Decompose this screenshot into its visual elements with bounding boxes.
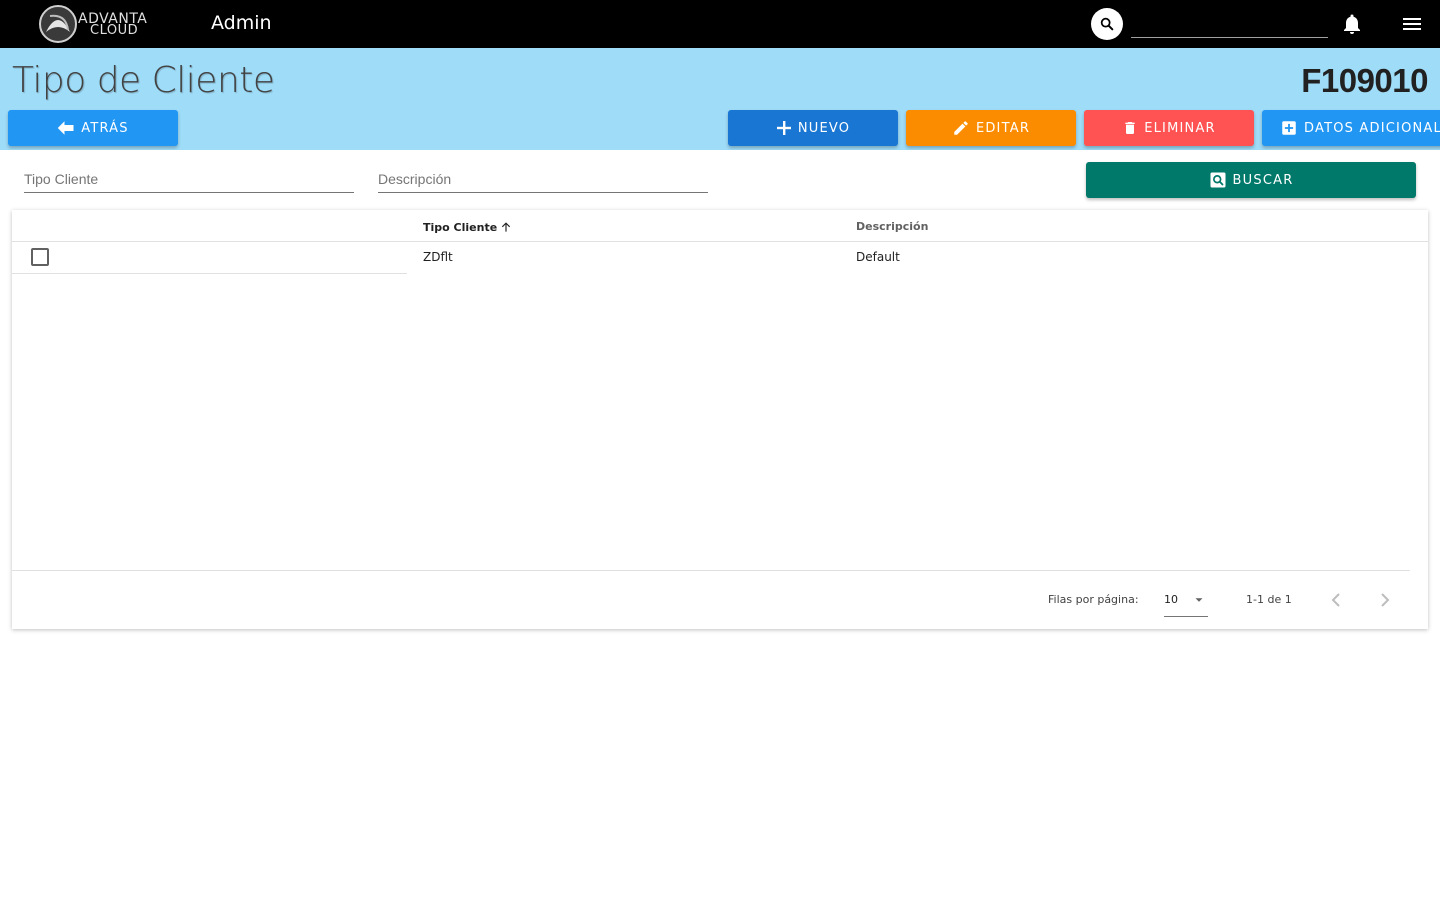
page-title: Tipo de Cliente: [12, 60, 275, 101]
rows-per-page-label: Filas por página:: [1048, 593, 1139, 606]
delete-button-label: ELIMINAR: [1144, 120, 1216, 136]
column-header-tipo-cliente[interactable]: Tipo Cliente: [423, 220, 513, 234]
form-code: F109010: [1301, 62, 1428, 99]
page-header: Tipo de Cliente F109010 ATRÁS NUEVO EDIT…: [0, 48, 1440, 150]
cell-descripcion: Default: [856, 250, 900, 264]
rows-per-page-value: 10: [1164, 593, 1178, 606]
column-header-descripcion-label: Descripción: [856, 220, 929, 233]
column-header-tipo-cliente-label: Tipo Cliente: [423, 220, 498, 234]
pencil-icon: [954, 121, 968, 135]
tipo-cliente-filter: [24, 166, 354, 193]
row-select-checkbox[interactable]: [31, 248, 49, 266]
search-button[interactable]: [1091, 8, 1123, 40]
chevron-left-icon[interactable]: [1324, 588, 1348, 612]
back-button-label: ATRÁS: [81, 120, 129, 136]
dropdown-caret-icon: [1195, 598, 1203, 602]
trash-icon: [1125, 122, 1135, 134]
arrow-left-icon: [58, 121, 74, 135]
pagination-range: 1-1 de 1: [1246, 593, 1292, 606]
descripcion-input[interactable]: [378, 166, 708, 192]
module-title: Admin: [211, 12, 272, 34]
additional-data-button-label: DATOS ADICIONALES: [1304, 120, 1440, 136]
descripcion-filter: [378, 166, 708, 193]
search-filter-label: BUSCAR: [1232, 172, 1294, 188]
plus-icon: [776, 121, 791, 135]
footer-divider: [12, 570, 1410, 571]
magnify-box-icon: [1210, 172, 1226, 188]
hamburger-menu-icon[interactable]: [1400, 12, 1424, 36]
top-app-bar: ADVANTA CLOUD Admin: [0, 0, 1440, 48]
global-search-input[interactable]: [1131, 10, 1328, 38]
logo-text-cloud: CLOUD: [90, 23, 139, 38]
new-button[interactable]: NUEVO: [728, 110, 898, 146]
search-filter-button[interactable]: BUSCAR: [1086, 162, 1416, 198]
rows-per-page-select[interactable]: 10: [1164, 588, 1208, 617]
advanta-cloud-logo[interactable]: ADVANTA CLOUD: [36, 4, 160, 44]
edit-button[interactable]: EDITAR: [906, 110, 1076, 146]
edit-button-label: EDITAR: [975, 120, 1031, 136]
plus-box-icon: [1282, 121, 1296, 135]
search-icon: [1100, 17, 1114, 31]
cell-tipo-cliente: ZDflt: [423, 250, 453, 264]
sort-arrow-up-icon: [502, 222, 511, 232]
chevron-right-icon[interactable]: [1373, 588, 1397, 612]
new-button-label: NUEVO: [797, 120, 851, 136]
additional-data-button[interactable]: DATOS ADICIONALES: [1262, 110, 1440, 146]
delete-button[interactable]: ELIMINAR: [1084, 110, 1254, 146]
row-divider: [12, 273, 407, 274]
data-table: Tipo Cliente Descripción ZDflt Default F…: [12, 210, 1428, 629]
logo-emblem-icon: [39, 5, 77, 43]
notifications-bell-icon[interactable]: [1340, 12, 1364, 36]
column-header-descripcion[interactable]: Descripción: [856, 220, 928, 233]
back-button[interactable]: ATRÁS: [8, 110, 178, 146]
header-divider: [12, 241, 1428, 242]
tipo-cliente-input[interactable]: [24, 166, 354, 192]
